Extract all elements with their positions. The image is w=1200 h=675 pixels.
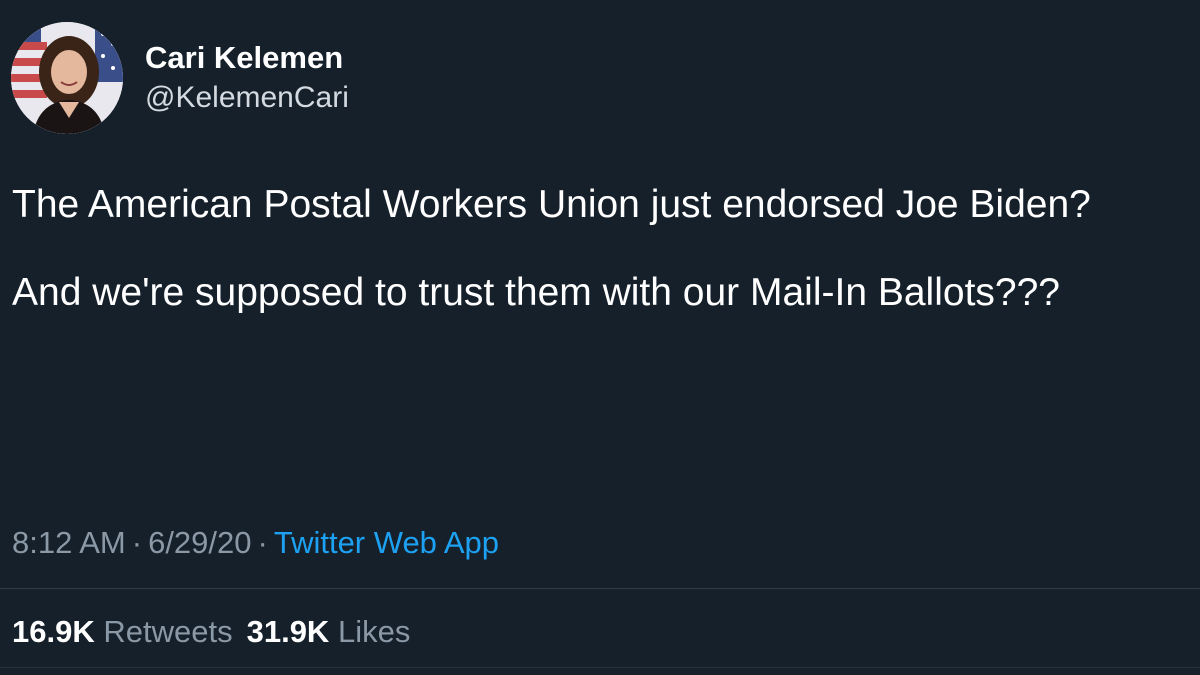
tweet-time[interactable]: 8:12 AM [12,525,126,560]
avatar-photo-icon [11,22,123,134]
divider [0,588,1200,589]
tweet-stats: 16.9K Retweets 31.9K Likes [12,612,410,652]
tweet-paragraph: The American Postal Workers Union just e… [12,183,1091,226]
likes-label: Likes [337,614,411,649]
author-avatar[interactable] [11,22,123,134]
tweet-source-link[interactable]: Twitter Web App [274,525,499,560]
divider [0,667,1200,668]
tweet-paragraph: And we're supposed to trust them with ou… [12,271,1060,314]
retweets-stat[interactable]: 16.9K Retweets [12,614,233,649]
tweet-metadata: 8:12 AM · 6/29/20 · Twitter Web App [12,523,499,563]
meta-separator: · [131,525,143,560]
meta-separator: · [257,525,268,560]
tweet-card: Cari Kelemen @KelemenCari The American P… [0,0,1200,675]
likes-stat[interactable]: 31.9K Likes [247,614,411,649]
author-handle[interactable]: @KelemenCari [145,79,349,117]
tweet-date[interactable]: 6/29/20 [148,525,251,560]
tweet-text: The American Postal Workers Union just e… [12,169,1187,328]
author-name[interactable]: Cari Kelemen [145,38,343,78]
retweets-count: 16.9K [12,614,95,649]
retweets-label: Retweets [103,614,233,649]
likes-count: 31.9K [246,614,330,649]
